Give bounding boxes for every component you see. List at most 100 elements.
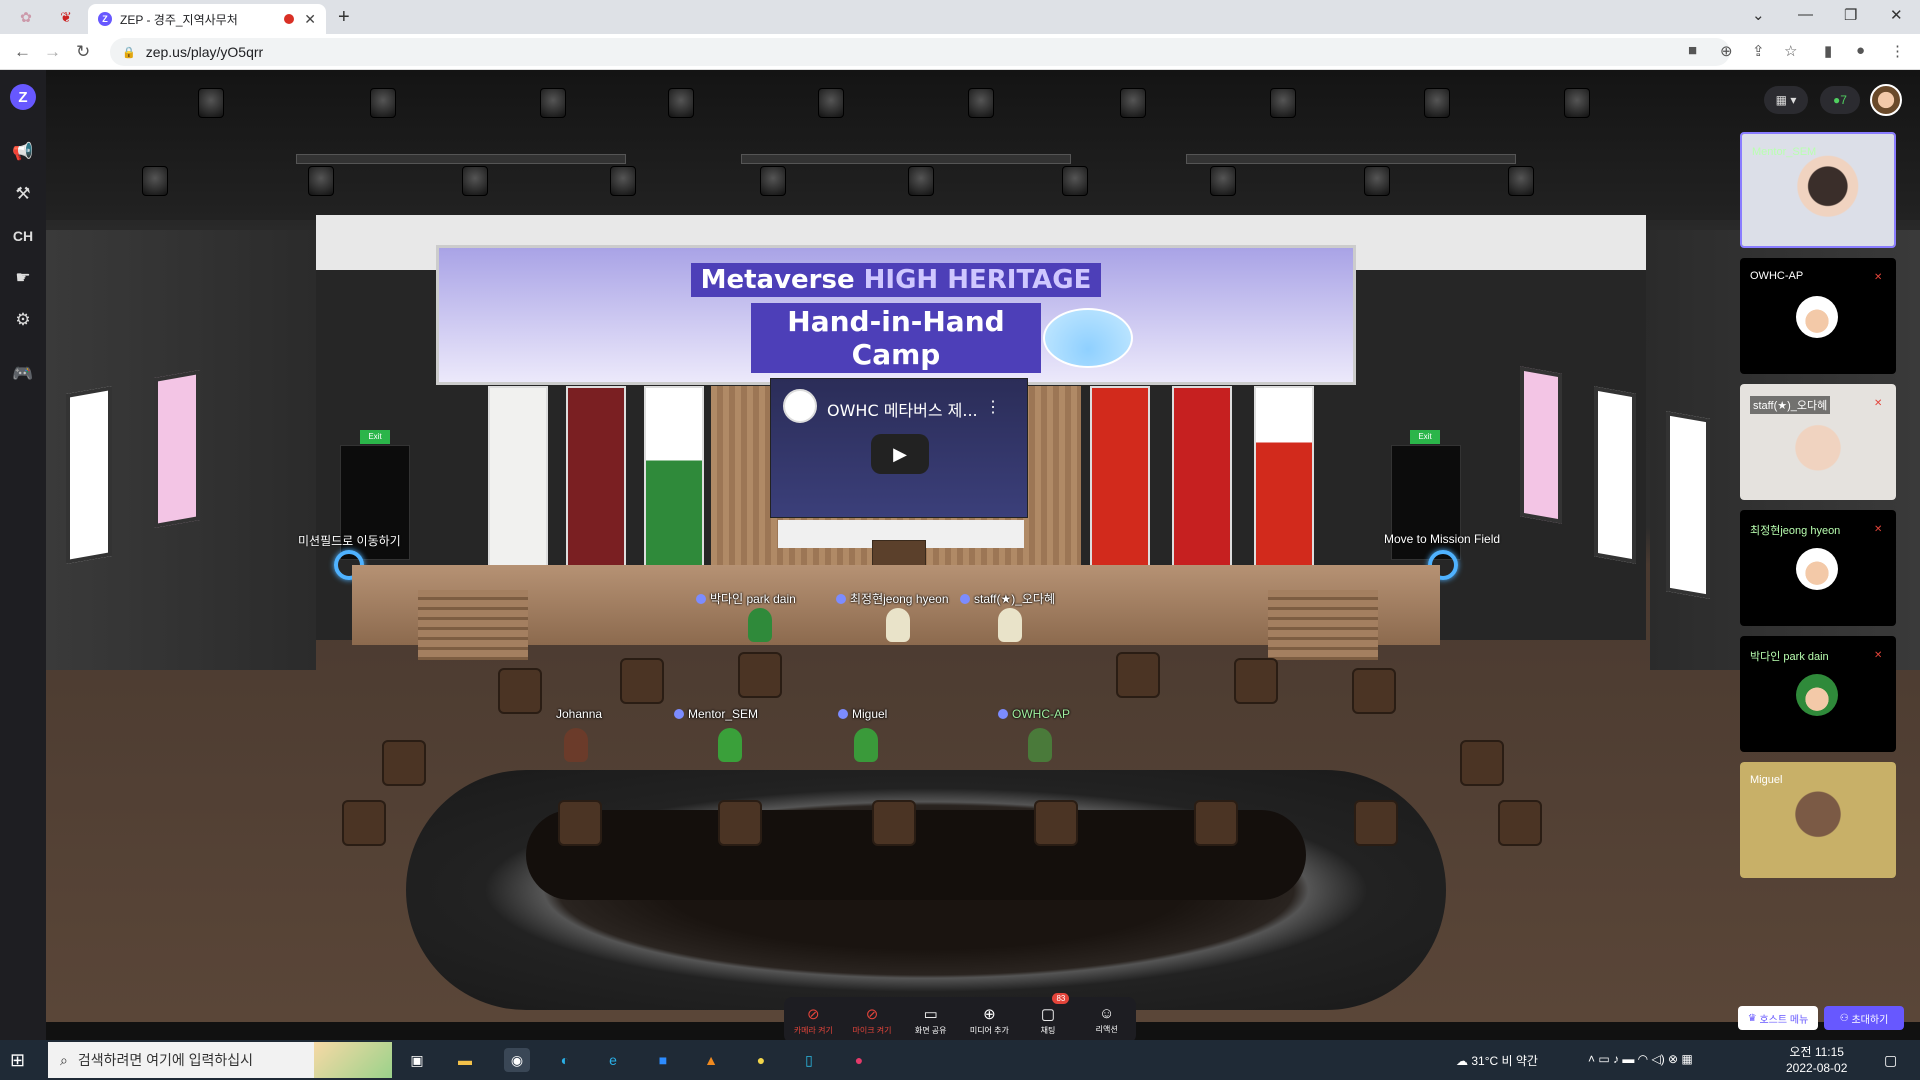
layout-toggle-button[interactable]: ▦ ▾ (1764, 86, 1808, 114)
portal-label-left: 미션필드로 이동하기 (298, 534, 401, 548)
video-title: OWHC 메타버스 제... (827, 401, 978, 420)
lighting-truss (296, 154, 626, 164)
taskbar-clock[interactable]: 오전 11:15 2022-08-02 (1786, 1044, 1847, 1076)
tab-close-icon[interactable]: ✕ (304, 11, 316, 28)
camera-toggle-button[interactable]: ⊘ 카메라 켜기 (784, 997, 843, 1043)
wall-poster (1666, 411, 1710, 599)
video-tile[interactable]: 최정현jeong hyeon ✕ (1740, 510, 1896, 626)
wall-poster (154, 369, 200, 529)
back-icon[interactable]: ← (14, 42, 31, 62)
flag-banner (1172, 386, 1232, 571)
player-avatar[interactable] (564, 728, 588, 762)
emote-icon[interactable]: ☛ (0, 268, 46, 288)
hammer-icon[interactable]: ⚒ (0, 184, 46, 204)
side-panel-icon[interactable]: ▮ (1824, 42, 1832, 60)
maximize-button[interactable]: ❐ (1844, 6, 1857, 24)
weather-text: 31°C 비 약간 (1471, 1054, 1538, 1068)
vlc-icon[interactable]: ▲ (698, 1048, 724, 1072)
exit-sign: Exit (1410, 430, 1440, 444)
zep-favicon-icon: Z (98, 12, 112, 26)
game-map-canvas[interactable]: Metaverse HIGH HERITAGE Hand-in-Hand Cam… (46, 70, 1920, 1022)
app-icon[interactable]: ▯ (796, 1048, 822, 1072)
megaphone-icon[interactable]: 📢 (0, 142, 46, 162)
kakaotalk-icon[interactable]: ● (748, 1048, 774, 1072)
gear-icon[interactable]: ⚙ (0, 310, 46, 330)
stage-light (968, 88, 994, 118)
player-avatar[interactable] (886, 608, 910, 642)
video-tile[interactable]: Miguel (1740, 762, 1896, 878)
player-avatar[interactable] (854, 728, 878, 762)
tab-search-icon[interactable]: ⌄ (1752, 6, 1765, 24)
channel-button[interactable]: CH (0, 228, 46, 244)
browser-tab-active[interactable]: Z ZEP - 경주_지역사무처 ✕ (88, 4, 326, 34)
video-tile[interactable]: Mentor_SEM (1740, 132, 1896, 248)
mic-indicator-icon (838, 709, 848, 719)
forward-icon[interactable]: → (44, 42, 61, 62)
weather-widget[interactable]: ☁ 31°C 비 약간 (1456, 1052, 1538, 1069)
pinned-tab-flower-icon[interactable]: ✿ (12, 6, 40, 28)
host-menu-button[interactable]: ♛ 호스트 메뉴 (1738, 1006, 1818, 1030)
reaction-button[interactable]: ☺ 리액션 (1077, 997, 1136, 1043)
reload-icon[interactable]: ↻ (76, 42, 90, 62)
screen-share-button[interactable]: ▭ 화면 공유 (901, 997, 960, 1043)
recording-indicator-icon (284, 14, 295, 24)
video-menu-icon[interactable]: ⋮ (985, 397, 1001, 417)
zoom-app-icon[interactable]: ■ (650, 1048, 676, 1072)
browser-menu-icon[interactable]: ⋮ (1890, 42, 1905, 60)
video-tile[interactable]: OWHC-AP ✕ (1740, 258, 1896, 374)
mic-toggle-button[interactable]: ⊘ 마이크 켜기 (843, 997, 902, 1043)
online-count-value: 7 (1840, 93, 1847, 107)
mic-muted-icon: ✕ (1874, 272, 1883, 283)
avatar-face (1796, 674, 1838, 716)
play-button[interactable]: ▶ (871, 434, 929, 474)
task-view-icon[interactable]: ▣ (404, 1048, 430, 1072)
control-bar: ⊘ 카메라 켜기 ⊘ 마이크 켜기 ▭ 화면 공유 ⊕ 미디어 추가 ▢ 83 채팅 ☺ 리액… (784, 993, 1136, 1043)
table-center (526, 810, 1306, 900)
pinned-tab-maple-icon[interactable]: ❦ (52, 6, 80, 28)
my-avatar[interactable] (1870, 84, 1902, 116)
player-name: Johanna (556, 707, 603, 721)
zep-logo[interactable]: Z (10, 84, 36, 110)
bookmark-star-icon[interactable]: ☆ (1784, 42, 1797, 60)
chrome-icon[interactable]: ◉ (504, 1048, 530, 1072)
edge-icon[interactable]: ◐ (552, 1048, 578, 1072)
tab-title: ZEP - 경주_지역사무처 (120, 12, 238, 27)
exit-sign: Exit (360, 430, 390, 444)
online-count[interactable]: ● 7 (1820, 86, 1860, 114)
minimize-button[interactable]: — (1798, 6, 1813, 23)
zoom-icon[interactable]: ⊕ (1720, 42, 1733, 60)
taskbar-search[interactable]: ⌕ 검색하려면 여기에 입력하십시 (48, 1042, 392, 1078)
portal-label-right: Move to Mission Field (1384, 532, 1501, 546)
new-tab-button[interactable]: + (338, 6, 350, 29)
media-add-button[interactable]: ⊕ 미디어 추가 (960, 997, 1019, 1043)
notification-icon[interactable]: ▢ (1884, 1052, 1897, 1069)
close-window-button[interactable]: ✕ (1890, 6, 1903, 24)
camera-in-use-icon[interactable]: ■ (1688, 42, 1697, 59)
system-tray-icons[interactable]: ˄ ▭ ♪ ▬ ◠ ◁) ⊗ ▦ (1588, 1052, 1693, 1066)
invite-button[interactable]: ⚇ 초대하기 (1824, 1006, 1904, 1030)
player-avatar[interactable] (998, 608, 1022, 642)
conference-chair (620, 658, 664, 704)
stage-light (1270, 88, 1296, 118)
chat-button[interactable]: ▢ 83 채팅 (1019, 993, 1078, 1043)
file-explorer-icon[interactable]: ▬ (452, 1048, 478, 1072)
video-tile[interactable]: staff(★)_오다혜 ✕ (1740, 384, 1896, 500)
video-tile[interactable]: 박다인 park dain ✕ (1740, 636, 1896, 752)
stage-light (610, 166, 636, 196)
player-name: staff(★)_오다혜 (974, 592, 1056, 606)
youtube-video-embed[interactable]: OWHC 메타버스 제... ⋮ ▶ (770, 378, 1028, 518)
share-icon[interactable]: ⇪ (1752, 42, 1765, 60)
conference-chair (1116, 652, 1160, 698)
host-menu-label: 호스트 메뉴 (1759, 1014, 1809, 1026)
address-bar[interactable]: 🔒 zep.us/play/yO5qrr (110, 38, 1730, 66)
tile-name: staff(★)_오다혜 (1750, 396, 1831, 414)
profile-icon[interactable]: ● (1856, 42, 1865, 59)
windows-start-icon[interactable]: ⊞ (10, 1050, 25, 1071)
record-app-icon[interactable]: ● (846, 1048, 872, 1072)
zep-page: Z 📢 ⚒ CH ☛ ⚙ 🎮 Metaverse HIGH HERITAGE H… (0, 70, 1920, 1043)
player-avatar[interactable] (748, 608, 772, 642)
gamepad-icon[interactable]: 🎮 (0, 364, 46, 384)
ie-icon[interactable]: e (600, 1048, 626, 1072)
player-avatar[interactable] (718, 728, 742, 762)
player-avatar[interactable] (1028, 728, 1052, 762)
